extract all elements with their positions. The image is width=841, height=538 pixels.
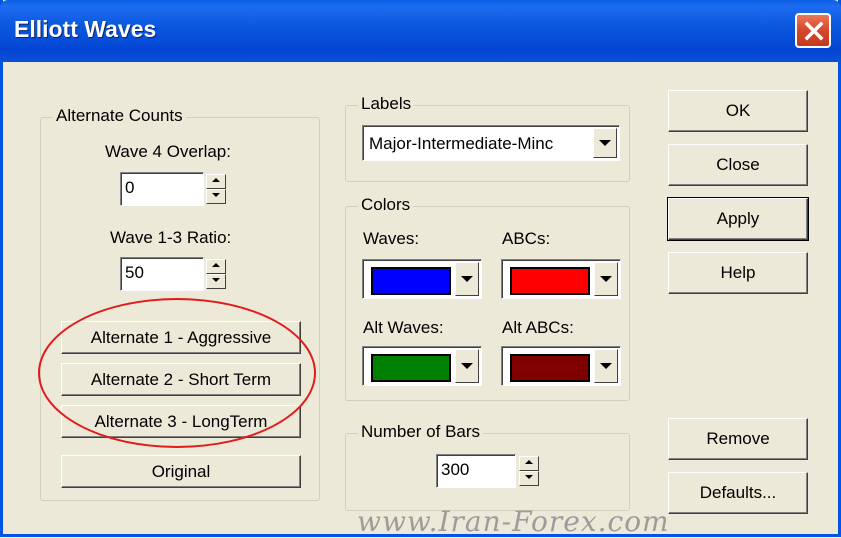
alt-abcs-color-picker[interactable] — [501, 346, 621, 386]
dropdown-button[interactable] — [455, 262, 479, 296]
window-title: Elliott Waves — [14, 16, 157, 42]
labels-dropdown[interactable]: Major-Intermediate-Minc — [362, 125, 620, 161]
chevron-down-icon — [461, 363, 473, 369]
remove-button[interactable]: Remove — [668, 418, 808, 460]
waves-label: Waves: — [363, 229, 420, 248]
abcs-label: ABCs: — [502, 229, 551, 248]
dropdown-button[interactable] — [594, 262, 618, 296]
wave13-ratio-spinner[interactable] — [206, 259, 226, 289]
abcs-color-swatch — [510, 267, 590, 295]
dropdown-button[interactable] — [455, 349, 479, 383]
waves-color-swatch — [371, 267, 451, 295]
original-button[interactable]: Original — [61, 455, 301, 488]
spin-up-button[interactable] — [519, 456, 539, 471]
number-of-bars-input[interactable]: 300 — [436, 454, 516, 488]
spin-down-button[interactable] — [206, 274, 226, 289]
wave13-ratio-label: Wave 1-3 Ratio: — [110, 228, 232, 247]
arrow-down-icon — [212, 193, 220, 197]
help-button[interactable]: Help — [668, 252, 808, 294]
apply-button[interactable]: Apply — [667, 197, 809, 241]
alt-waves-color-picker[interactable] — [362, 346, 482, 386]
close-dialog-button[interactable]: Close — [668, 144, 808, 186]
arrow-up-icon — [525, 460, 533, 464]
colors-legend: Colors — [358, 195, 414, 215]
alt-abcs-color-swatch — [510, 354, 590, 382]
arrow-down-icon — [212, 278, 220, 282]
labels-legend: Labels — [358, 94, 415, 114]
red-highlight-oval — [38, 298, 316, 448]
alt-abcs-label: Alt ABCs: — [502, 318, 574, 337]
ok-button[interactable]: OK — [668, 90, 808, 132]
chevron-down-icon — [461, 276, 473, 282]
alt-waves-label: Alt Waves: — [363, 318, 444, 337]
wave13-ratio-input[interactable]: 50 — [120, 257, 204, 291]
labels-dropdown-value: Major-Intermediate-Minc — [369, 134, 554, 153]
abcs-color-picker[interactable] — [501, 259, 621, 299]
chevron-down-icon — [600, 363, 612, 369]
defaults-button[interactable]: Defaults... — [668, 472, 808, 514]
wave4-overlap-spinner[interactable] — [206, 174, 226, 204]
dropdown-button[interactable] — [594, 349, 618, 383]
arrow-up-icon — [212, 263, 220, 267]
close-icon — [804, 21, 824, 41]
spin-up-button[interactable] — [206, 259, 226, 274]
spin-up-button[interactable] — [206, 174, 226, 189]
spin-down-button[interactable] — [519, 471, 539, 486]
number-of-bars-legend: Number of Bars — [358, 422, 484, 442]
dropdown-button[interactable] — [593, 128, 617, 158]
arrow-up-icon — [212, 178, 220, 182]
watermark-text: www.Iran-Forex.com — [357, 505, 670, 538]
waves-color-picker[interactable] — [362, 259, 482, 299]
alt-waves-color-swatch — [371, 354, 451, 382]
spin-down-button[interactable] — [206, 189, 226, 204]
alternate-counts-legend: Alternate Counts — [53, 106, 186, 126]
arrow-down-icon — [525, 475, 533, 479]
chevron-down-icon — [599, 140, 611, 146]
close-button[interactable] — [795, 13, 831, 48]
chevron-down-icon — [600, 276, 612, 282]
wave4-overlap-input[interactable]: 0 — [120, 172, 204, 206]
number-of-bars-spinner[interactable] — [519, 456, 539, 486]
wave4-overlap-label: Wave 4 Overlap: — [105, 142, 231, 161]
